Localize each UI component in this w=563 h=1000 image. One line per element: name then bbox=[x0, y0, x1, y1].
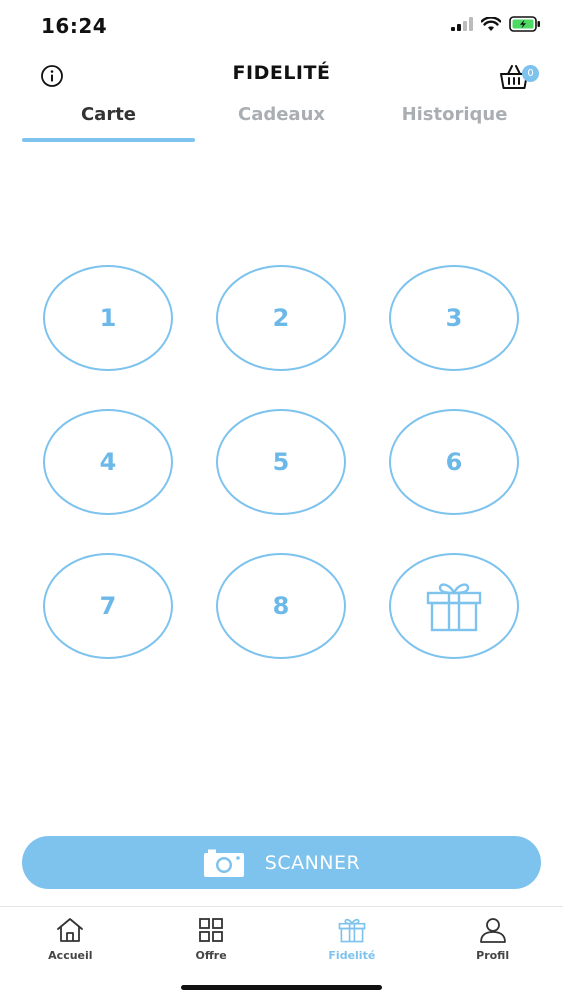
stamp-3: 3 bbox=[389, 265, 519, 371]
page-title: FIDELITÉ bbox=[232, 62, 331, 84]
wifi-icon bbox=[481, 16, 501, 31]
gift-icon bbox=[426, 583, 482, 632]
cart-count-badge: 0 bbox=[522, 65, 539, 82]
nav-label-offre: Offre bbox=[195, 949, 227, 962]
user-icon bbox=[479, 918, 506, 943]
signal-icon bbox=[451, 17, 473, 31]
stamp-6: 6 bbox=[389, 409, 519, 515]
scanner-label: SCANNER bbox=[264, 851, 361, 874]
status-icons bbox=[451, 16, 541, 32]
stamp-8: 8 bbox=[216, 553, 346, 659]
nav-item-accueil[interactable]: Accueil bbox=[0, 907, 141, 1000]
stamp-7: 7 bbox=[43, 553, 173, 659]
stamp-1: 1 bbox=[43, 265, 173, 371]
status-time: 16:24 bbox=[41, 14, 108, 38]
home-icon bbox=[57, 918, 84, 942]
grid-icon bbox=[199, 918, 224, 942]
nav-label-accueil: Accueil bbox=[48, 949, 93, 962]
cart-button[interactable]: 0 bbox=[497, 60, 539, 92]
home-indicator bbox=[181, 985, 382, 990]
tab-bar: Carte Cadeaux Historique bbox=[22, 100, 541, 144]
camera-icon bbox=[203, 849, 244, 877]
nav-label-fidelite: Fidelité bbox=[328, 949, 376, 962]
tab-cadeaux[interactable]: Cadeaux bbox=[195, 100, 368, 144]
nav-label-profil: Profil bbox=[476, 949, 510, 962]
stamp-reward bbox=[389, 553, 519, 659]
scanner-button[interactable]: SCANNER bbox=[22, 836, 541, 889]
loyalty-screen: 16:24 FIDELITÉ 0 Carte Cadeaux Historiqu… bbox=[0, 0, 563, 1000]
tab-carte[interactable]: Carte bbox=[22, 100, 195, 144]
stamp-5: 5 bbox=[216, 409, 346, 515]
battery-icon bbox=[509, 16, 540, 32]
nav-item-profil[interactable]: Profil bbox=[422, 907, 563, 1000]
stamp-4: 4 bbox=[43, 409, 173, 515]
stamp-2: 2 bbox=[216, 265, 346, 371]
stamp-grid: 1 2 3 4 5 6 7 8 bbox=[43, 265, 520, 659]
tab-historique[interactable]: Historique bbox=[368, 100, 541, 144]
gift-icon bbox=[338, 918, 366, 943]
